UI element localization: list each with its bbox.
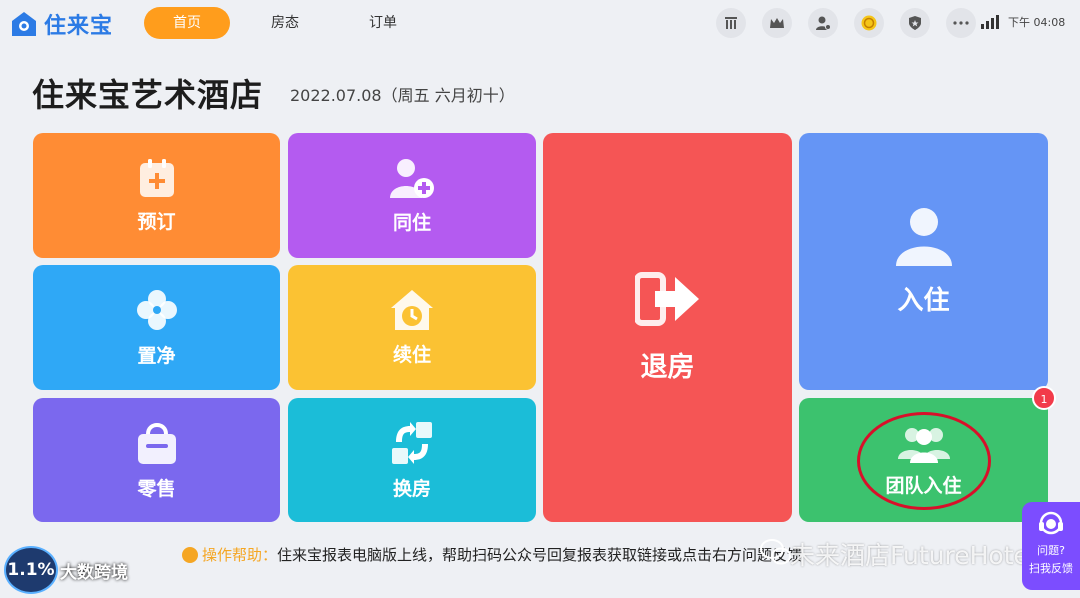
checkin-label: 入住 [897, 286, 950, 316]
user-add-icon [390, 159, 434, 198]
swap-icon [392, 421, 432, 464]
current-date: 2022.07.08（周五 六月初十） [290, 86, 515, 105]
clipboard-add-icon [139, 159, 174, 197]
feedback-label: 扫我反馈 [1029, 562, 1073, 575]
clock: 下午 04:08 [1008, 16, 1066, 29]
tab-room-status[interactable]: 房态 [250, 7, 320, 39]
tab-orders[interactable]: 订单 [350, 7, 416, 39]
status-area: 下午 04:08 [980, 14, 1065, 30]
wechat-watermark-icon [760, 539, 791, 565]
checkout-tile[interactable]: 退房 [543, 133, 792, 522]
clover-icon [136, 290, 177, 330]
reserve-tile[interactable]: 预订 [33, 133, 280, 258]
user-icon [895, 208, 952, 266]
extend-stay-label: 续住 [392, 344, 431, 366]
top-bar: 住来宝 首页 房态 订单 下午 04:08 [0, 0, 1080, 46]
house-logo-icon [12, 12, 36, 36]
change-room-tile[interactable]: 换房 [288, 398, 536, 522]
stats-icon[interactable] [716, 8, 746, 38]
cohabit-tile[interactable]: 同住 [288, 133, 536, 258]
headset-icon [1039, 511, 1063, 535]
help-bar: 操作帮助： 住来宝报表电脑版上线，帮助扫码公众号回复报表获取链接或点击右方问题反… [182, 544, 802, 565]
notification-badge: 1 [1032, 386, 1056, 410]
extend-stay-tile[interactable]: 续住 [288, 265, 536, 390]
reserve-label: 预订 [137, 211, 176, 233]
watermark-left-text: 大数跨境 [60, 562, 128, 583]
app-logo: 住来宝 [10, 8, 113, 40]
retail-tile[interactable]: 零售 [33, 398, 280, 522]
signal-icon [981, 15, 999, 29]
help-title: 操作帮助： [202, 546, 278, 564]
feedback-question: 问题? [1037, 544, 1065, 557]
help-icon [182, 546, 198, 563]
user-settings-icon[interactable] [808, 8, 838, 38]
watermark-badge: 1.1% [4, 546, 58, 594]
help-text[interactable]: 住来宝报表电脑版上线，帮助扫码公众号回复报表获取链接或点击右方问题反馈 [277, 544, 802, 565]
crown-icon[interactable] [762, 8, 792, 38]
app-name: 住来宝 [44, 14, 114, 39]
clean-label: 置净 [137, 345, 176, 367]
retail-label: 零售 [137, 477, 176, 500]
hotel-name: 住来宝艺术酒店 [32, 76, 264, 114]
house-clock-icon [391, 290, 433, 330]
top-icon-bar [716, 8, 976, 38]
corner-watermark: 1.1% 大数跨境 [4, 546, 128, 594]
coin-icon[interactable] [854, 8, 884, 38]
highlight-circle [857, 412, 991, 510]
clean-tile[interactable]: 置净 [33, 265, 280, 390]
tab-home[interactable]: 首页 [144, 7, 230, 39]
feedback-button[interactable]: 问题? 扫我反馈 [1022, 502, 1080, 590]
shield-icon[interactable] [900, 8, 930, 38]
watermark-text: 未来酒店FutureHotel [790, 541, 1036, 570]
shopping-bag-icon [137, 422, 176, 464]
checkin-tile[interactable]: 入住 [799, 133, 1048, 390]
change-room-label: 换房 [392, 477, 431, 500]
exit-arrow-icon [634, 272, 699, 326]
more-icon[interactable] [946, 8, 976, 38]
cohabit-label: 同住 [392, 212, 431, 234]
checkout-label: 退房 [640, 352, 695, 383]
